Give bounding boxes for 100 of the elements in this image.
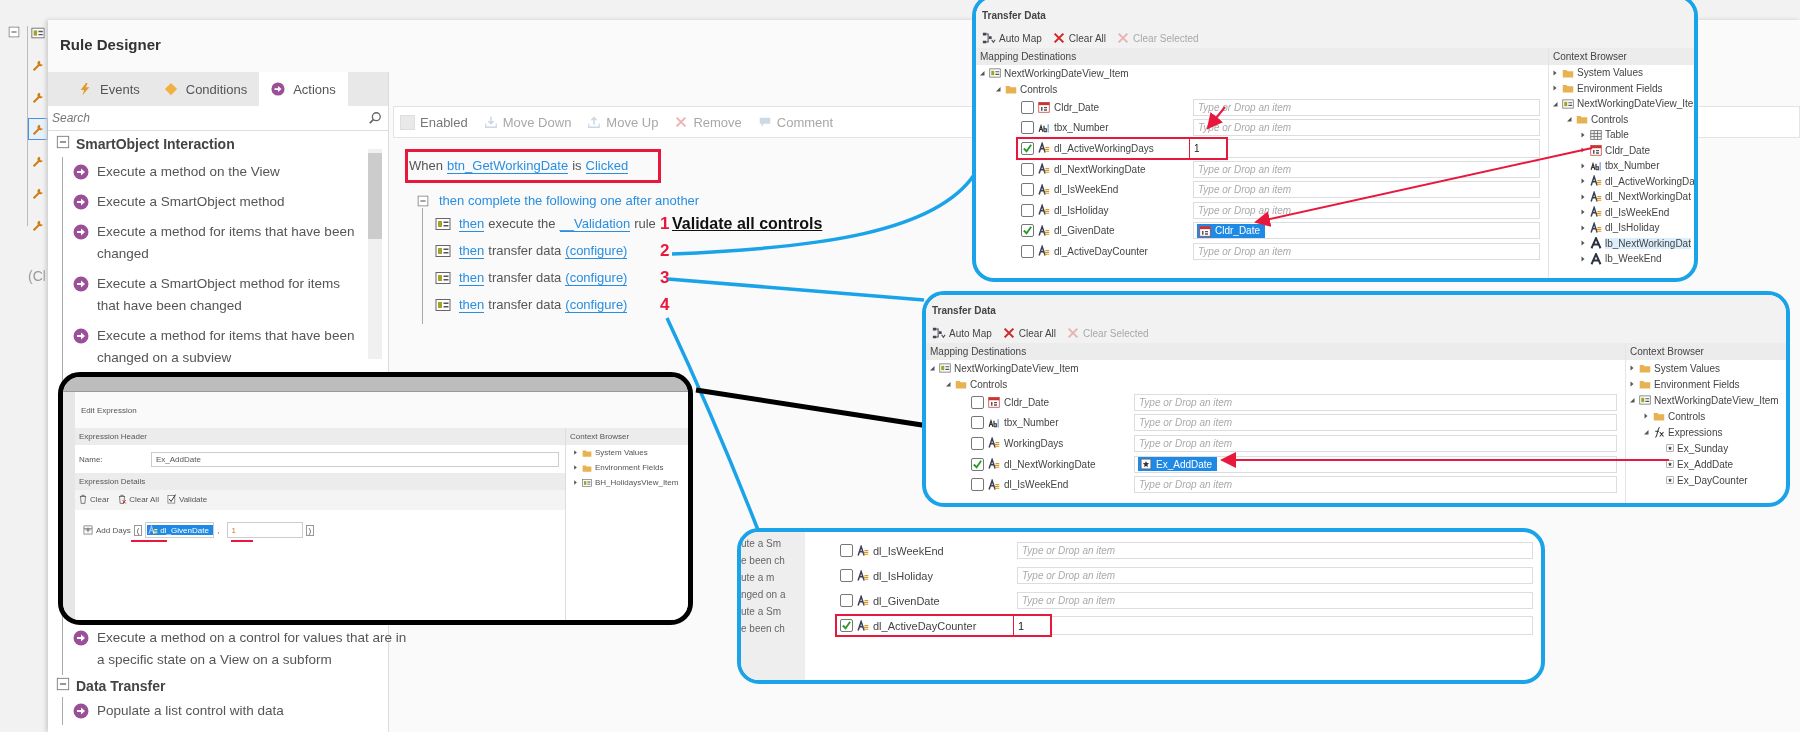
tree-item[interactable]: Environment Fields	[595, 463, 664, 472]
tab[interactable]: Events	[66, 72, 152, 106]
checkbox[interactable]	[1021, 183, 1034, 197]
tree-item[interactable]: Controls	[1020, 83, 1058, 95]
toolbar-button[interactable]: Clear All	[1051, 31, 1107, 45]
enabled-checkbox[interactable]: Enabled	[400, 114, 468, 130]
checkbox[interactable]	[840, 544, 853, 557]
tab[interactable]: Actions	[259, 72, 348, 106]
view-icon	[939, 362, 951, 374]
toolbar-button[interactable]: Validate	[166, 494, 208, 504]
tree-item[interactable]: lb_NextWorkingDat	[1605, 237, 1691, 249]
toolbar-button[interactable]: Clear All	[117, 494, 159, 504]
underline-mark	[231, 540, 253, 542]
checkbox[interactable]	[971, 437, 984, 450]
tree-item[interactable]: NextWorkingDateView_Ite	[1577, 98, 1694, 110]
expression-icon	[1666, 460, 1674, 468]
mapping-field[interactable]: Type or Drop an item	[1134, 393, 1617, 411]
tree-item[interactable]: Controls	[970, 378, 1008, 390]
step-text: execute the	[488, 216, 556, 231]
toolbar-button[interactable]: Clear	[78, 494, 110, 504]
tree-item[interactable]: BH_HolidaysView_Item	[595, 478, 679, 487]
tree-item[interactable]: NextWorkingDateView_Item	[1654, 394, 1779, 406]
tree-item[interactable]: Ex_Sunday	[1677, 442, 1729, 454]
search-field[interactable]: Search	[50, 110, 368, 126]
tree-item[interactable]: dl_IsHoliday	[1605, 222, 1660, 234]
view-icon	[1639, 394, 1651, 406]
tree-item[interactable]: Environment Fields	[1577, 82, 1663, 94]
mapping-field[interactable]: Ex_AddDate	[1134, 455, 1617, 473]
mapping-field[interactable]: Type or Drop an item	[1193, 160, 1540, 178]
checkbox[interactable]	[971, 457, 984, 471]
step-text: transfer data	[488, 270, 562, 285]
action-item[interactable]: Execute a method on the View	[97, 161, 280, 183]
scrollbar[interactable]	[368, 149, 382, 359]
checkbox[interactable]	[1021, 244, 1034, 258]
action-item[interactable]: Execute a SmartObject method	[97, 191, 285, 213]
tree-item[interactable]: NextWorkingDateView_Item	[954, 362, 1079, 374]
mapped-token[interactable]: Cldr_Date	[1197, 223, 1266, 238]
toolbar-button[interactable]: Clear All	[1001, 326, 1057, 340]
mapping-field[interactable]: Cldr_Date	[1193, 222, 1540, 240]
value-field[interactable]: 1	[1013, 616, 1050, 635]
tree-item[interactable]: NextWorkingDateView_Item	[1004, 67, 1129, 79]
checkbox[interactable]	[840, 594, 853, 607]
checkbox[interactable]	[971, 416, 984, 430]
close-icon	[1116, 31, 1131, 45]
tree-item[interactable]: Environment Fields	[1654, 378, 1740, 390]
tree-item[interactable]: Expressions	[1668, 426, 1723, 438]
tree-item[interactable]: Cldr_Date	[1605, 144, 1651, 156]
tree-item[interactable]: Ex_DayCounter	[1677, 474, 1748, 486]
tree-item[interactable]: Controls	[1591, 113, 1629, 125]
checkbox[interactable]	[840, 619, 853, 632]
tree-item[interactable]: dl_IsWeekEnd	[1605, 206, 1670, 218]
mapping-field[interactable]: Type or Drop an item	[1017, 592, 1533, 609]
tree-item[interactable]: dl_ActiveWorkingDa	[1605, 175, 1694, 187]
list-text-fragment: e been ch	[741, 555, 786, 566]
tree-item[interactable]: Table	[1605, 129, 1629, 141]
name-field[interactable]: Ex_AddDate	[151, 451, 559, 467]
toolbox-item[interactable]	[28, 118, 48, 140]
tree-item[interactable]: Controls	[1668, 410, 1706, 422]
value-field[interactable]: 1	[1189, 139, 1226, 158]
tree-item[interactable]: System Values	[1654, 362, 1720, 374]
toolbar-button[interactable]: Auto Map	[932, 326, 992, 340]
checkbox[interactable]	[840, 569, 853, 582]
view-icon	[31, 26, 45, 40]
checkbox[interactable]	[1021, 142, 1034, 155]
tree-item[interactable]: tbx_Number	[1605, 160, 1660, 172]
checkbox[interactable]	[971, 395, 984, 409]
tree-item[interactable]: System Values	[595, 448, 648, 457]
toolbar-button[interactable]: Auto Map	[982, 31, 1042, 45]
checkbox[interactable]	[1021, 162, 1034, 176]
mapping-field[interactable]: Type or Drop an item	[1193, 242, 1540, 260]
tree-item[interactable]: dl_NextWorkingDat	[1605, 191, 1691, 203]
tab[interactable]: Conditions	[151, 72, 260, 106]
mapping-field[interactable]: Type or Drop an item	[1193, 201, 1540, 219]
mapping-field[interactable]	[1228, 139, 1540, 158]
action-item[interactable]: Populate a list control with data	[97, 700, 284, 722]
checkbox[interactable]	[1021, 100, 1034, 114]
tree-item[interactable]: Ex_AddDate	[1677, 458, 1734, 470]
trash-icon	[117, 494, 128, 504]
mapping-field[interactable]: Type or Drop an item	[1017, 567, 1533, 584]
tree-item[interactable]: System Values	[1577, 67, 1643, 79]
mapping-field[interactable]: Type or Drop an item	[1193, 181, 1540, 199]
action-item[interactable]: Execute a method on a control for values that are in a specific state on a View on a subform	[97, 627, 408, 671]
checkbox[interactable]	[971, 478, 984, 492]
action-item[interactable]: Execute a method for items that have been changed	[97, 221, 364, 265]
mapping-field[interactable]: Type or Drop an item	[1134, 414, 1617, 432]
tree-item[interactable]: lb_WeekEnd	[1605, 253, 1662, 265]
checkbox[interactable]	[1021, 224, 1034, 238]
mapping-field[interactable]: Type or Drop an item	[1134, 476, 1617, 494]
control-name: dl_IsHoliday	[1054, 204, 1110, 216]
mapping-field[interactable]: Type or Drop an item	[1017, 542, 1533, 559]
mapping-field[interactable]	[1052, 616, 1533, 635]
action-item[interactable]: Execute a method for items that have been changed on a subview	[97, 325, 364, 369]
mapped-token[interactable]: Ex_AddDate	[1138, 457, 1218, 472]
checkbox[interactable]	[1021, 203, 1034, 217]
control-name: dl_GivenDate	[1054, 225, 1116, 237]
checkbox[interactable]	[1021, 121, 1034, 135]
action-item[interactable]: Execute a SmartObject method for items that have been changed	[97, 273, 364, 317]
scrollbar-thumb[interactable]	[368, 153, 382, 239]
mapping-field[interactable]: Type or Drop an item	[1134, 435, 1617, 452]
section-header: Mapping Destinations	[976, 48, 1548, 65]
